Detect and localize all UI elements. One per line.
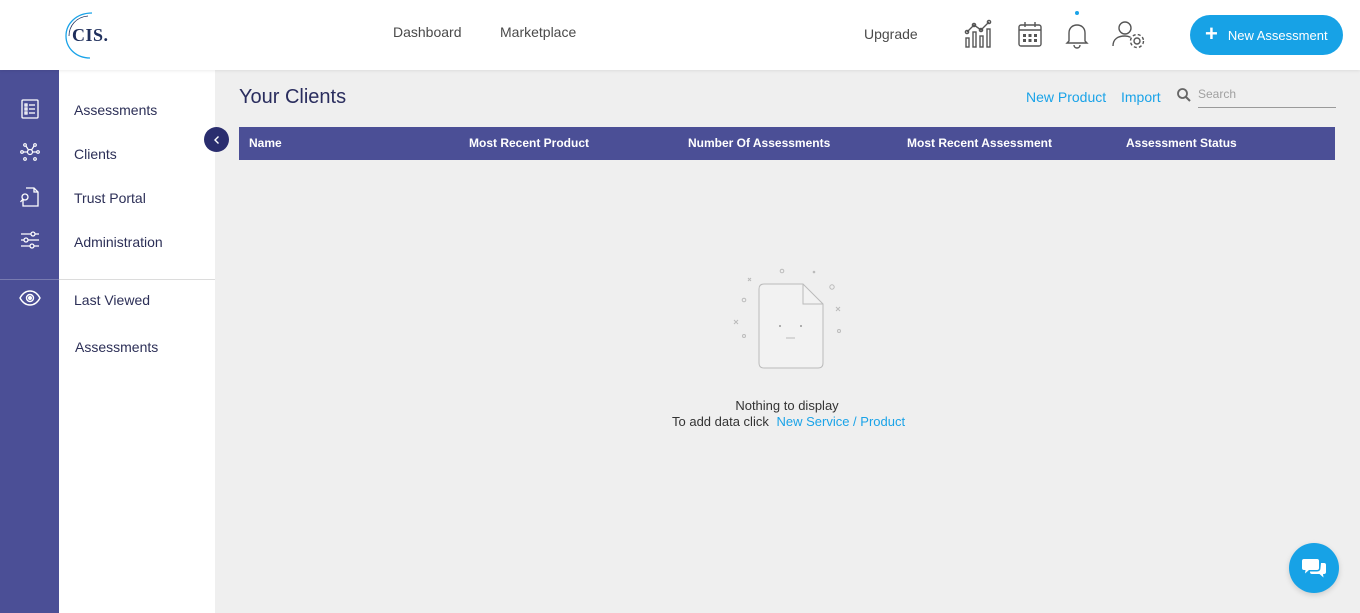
search-input[interactable] bbox=[1198, 84, 1336, 108]
nav-dashboard[interactable]: Dashboard bbox=[393, 24, 462, 40]
chat-button[interactable] bbox=[1289, 543, 1339, 593]
administration-sliders-icon[interactable] bbox=[18, 228, 42, 252]
calendar-icon[interactable] bbox=[1014, 18, 1048, 52]
chevron-left-icon bbox=[213, 135, 219, 144]
chat-bubbles-icon bbox=[1302, 559, 1326, 578]
plus-icon: + bbox=[1205, 21, 1218, 46]
import-link[interactable]: Import bbox=[1121, 89, 1161, 105]
clients-network-icon[interactable] bbox=[18, 140, 42, 164]
column-header-number-of-assessments[interactable]: Number Of Assessments bbox=[688, 136, 830, 150]
upgrade-link[interactable]: Upgrade bbox=[864, 26, 918, 42]
page-title: Your Clients bbox=[239, 86, 347, 108]
empty-state-prompt-text: To add data click bbox=[672, 414, 769, 429]
assessments-icon[interactable] bbox=[18, 97, 42, 121]
empty-state-title: Nothing to display bbox=[735, 398, 839, 413]
new-product-link[interactable]: New Product bbox=[1026, 89, 1106, 105]
new-service-product-link[interactable]: New Service / Product bbox=[776, 414, 905, 429]
trust-portal-icon[interactable] bbox=[18, 185, 42, 209]
user-settings-icon[interactable] bbox=[1110, 18, 1145, 52]
sidebar-divider bbox=[59, 279, 215, 280]
sidebar-item-assessments[interactable]: Assessments bbox=[74, 102, 157, 118]
column-header-most-recent-product[interactable]: Most Recent Product bbox=[469, 136, 589, 150]
nav-marketplace[interactable]: Marketplace bbox=[500, 24, 576, 40]
new-assessment-label: New Assessment bbox=[1227, 27, 1328, 43]
empty-state-prompt: To add data click New Service / Product bbox=[672, 414, 905, 429]
column-header-name[interactable]: Name bbox=[249, 136, 282, 150]
notification-dot bbox=[1075, 11, 1079, 15]
collapse-sidebar-button[interactable] bbox=[204, 127, 229, 152]
sidebar-item-trust-portal[interactable]: Trust Portal bbox=[74, 190, 146, 206]
last-viewed-heading: Last Viewed bbox=[74, 292, 151, 308]
cis-logo[interactable]: CIS. bbox=[64, 10, 112, 60]
column-header-most-recent-assessment[interactable]: Most Recent Assessment bbox=[907, 136, 1052, 150]
eye-icon[interactable] bbox=[18, 286, 42, 310]
top-bar: CIS. Dashboard Marketplace Upgrade + New… bbox=[0, 0, 1360, 70]
icon-rail bbox=[0, 70, 59, 613]
sidebar-item-administration[interactable]: Administration bbox=[74, 234, 163, 250]
rail-divider bbox=[0, 279, 59, 280]
sidebar-menu: Assessments Clients Trust Portal Adminis… bbox=[59, 70, 215, 613]
analytics-icon[interactable] bbox=[962, 18, 996, 52]
search-icon bbox=[1177, 88, 1191, 102]
search-box bbox=[1176, 84, 1336, 108]
sidebar-item-clients[interactable]: Clients bbox=[74, 146, 117, 162]
empty-document-illustration bbox=[728, 262, 848, 377]
clients-table-header: Name Most Recent Product Number Of Asses… bbox=[239, 127, 1335, 160]
new-assessment-button[interactable]: + New Assessment bbox=[1190, 15, 1343, 55]
logo-text: CIS. bbox=[72, 25, 109, 45]
bell-icon[interactable] bbox=[1060, 18, 1094, 52]
last-viewed-item-assessments[interactable]: Assessments bbox=[75, 339, 158, 355]
column-header-assessment-status[interactable]: Assessment Status bbox=[1126, 136, 1237, 150]
